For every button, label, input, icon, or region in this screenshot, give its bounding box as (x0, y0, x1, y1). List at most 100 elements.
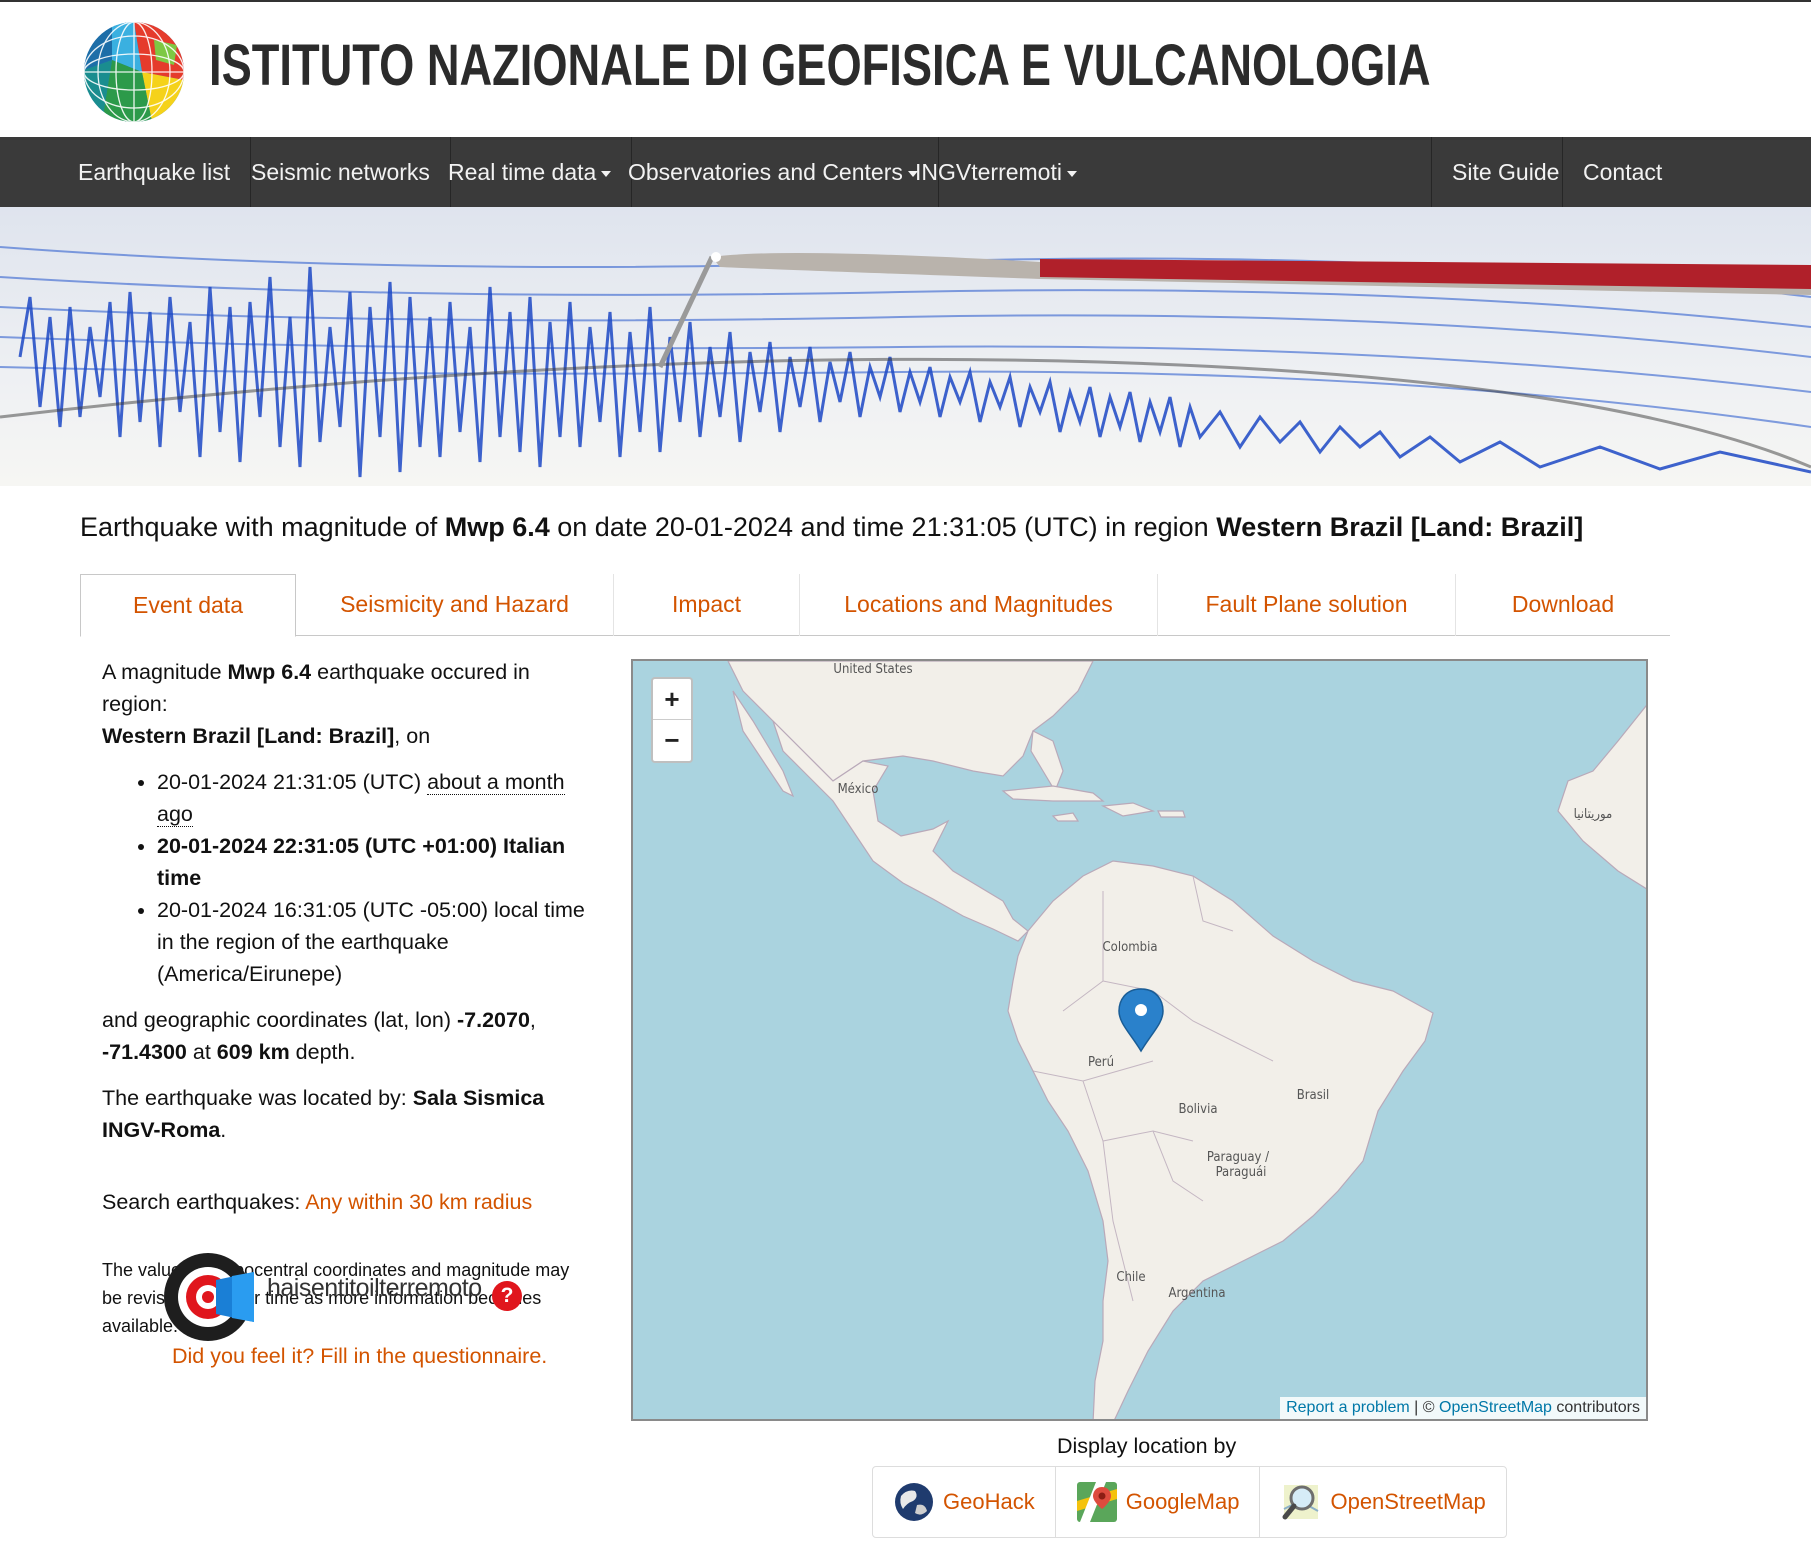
map-label-paraguai: Paraguái (1216, 1165, 1267, 1180)
search-earthquakes: Search earthquakes: Any within 30 km rad… (102, 1186, 592, 1218)
nav-label: Site Guide (1452, 159, 1560, 185)
seismogram-image (0, 207, 1811, 486)
tab-download[interactable]: Download (1456, 574, 1670, 636)
map-label-argentina: Argentina (1168, 1286, 1225, 1301)
nav-label: Contact (1583, 159, 1663, 185)
longitude: -71.4300 (102, 1040, 187, 1064)
main-navbar: Earthquake list Seismic networks Real ti… (0, 137, 1811, 207)
openstreetmap-button[interactable]: OpenStreetMap (1260, 1467, 1505, 1537)
headline-text: in region (1097, 512, 1217, 542)
map-label-us: United States (833, 662, 912, 677)
googlemap-icon (1076, 1482, 1117, 1522)
googlemap-button[interactable]: GoogleMap (1056, 1467, 1261, 1537)
map-label-peru: Perú (1088, 1055, 1114, 1070)
tab-event-data[interactable]: Event data (80, 574, 296, 637)
event-magnitude: Mwp 6.4 (227, 660, 312, 684)
zoom-out-button[interactable]: − (653, 720, 691, 761)
tab-seismicity-hazard[interactable]: Seismicity and Hazard (296, 574, 614, 636)
event-map[interactable]: United States México Colombia Perú Boliv… (631, 659, 1648, 1421)
event-headline: Earthquake with magnitude of Mwp 6.4 on … (80, 512, 1583, 543)
headline-text: on date (549, 512, 655, 542)
magnifier-icon (1282, 1485, 1319, 1520)
nav-label: Real time data (448, 159, 597, 185)
latitude: -7.2070 (456, 1008, 530, 1032)
display-location-buttons: GeoHack GoogleMap OpenStreetMap (872, 1466, 1507, 1538)
map-label-mexico: México (838, 782, 879, 797)
hsit-logo-text: haisentitoilterremoto (267, 1274, 482, 1302)
nav-earthquake-list[interactable]: Earthquake list (58, 137, 252, 207)
list-item: 20-01-2024 16:31:05 (UTC -05:00) local t… (157, 894, 592, 990)
nav-observatories[interactable]: Observatories and Centers (608, 137, 939, 207)
time-utc: 20-01-2024 21:31:05 (UTC) (157, 770, 422, 794)
headline-region: Western Brazil [Land: Brazil] (1216, 512, 1584, 542)
map-label-bolivia: Bolivia (1178, 1102, 1217, 1117)
caret-down-icon (1066, 170, 1077, 177)
map-label-paraguay: Paraguay / (1207, 1150, 1269, 1165)
text: , on (394, 724, 431, 748)
event-intro: A magnitude Mwp 6.4 earthquake occured i… (102, 656, 592, 752)
display-location-title: Display location by (1057, 1434, 1237, 1458)
headline-time: 21:31:05 (UTC) (911, 512, 1098, 542)
map-label-colombia: Colombia (1103, 940, 1158, 955)
nav-site-guide[interactable]: Site Guide (1431, 137, 1579, 207)
ingv-logo-icon[interactable] (82, 20, 186, 124)
questionnaire-link[interactable]: Did you feel it? Fill in the questionnai… (172, 1344, 547, 1369)
tab-label: Download (1511, 591, 1615, 617)
nav-contact[interactable]: Contact (1562, 137, 1682, 207)
text: depth. (289, 1040, 356, 1064)
hsit-logo[interactable]: haisentitoilterremoto ? (162, 1250, 532, 1344)
headline-magnitude: Mwp 6.4 (444, 512, 550, 542)
time-italian: 20-01-2024 22:31:05 (UTC +01:00) Italian… (157, 834, 566, 890)
text: A magnitude (102, 660, 228, 684)
tab-fault-plane[interactable]: Fault Plane solution (1158, 574, 1456, 636)
nav-label: Seismic networks (251, 159, 430, 185)
nav-ingvterremoti[interactable]: INGVterremoti (895, 137, 1097, 207)
event-tabs: Event data Seismicity and Hazard Impact … (80, 574, 1670, 637)
tab-label: Fault Plane solution (1205, 591, 1408, 617)
seismogram-banner (0, 207, 1811, 486)
globe-icon (895, 1483, 933, 1521)
googlemap-label: GoogleMap (1125, 1489, 1240, 1514)
geohack-button[interactable]: GeoHack (873, 1467, 1056, 1537)
text: at (186, 1040, 217, 1064)
tab-impact[interactable]: Impact (614, 574, 800, 636)
nav-real-time-data[interactable]: Real time data (428, 137, 633, 207)
headline-text: and time (792, 512, 912, 542)
nav-label: Earthquake list (78, 159, 231, 185)
map-zoom-control: + − (651, 677, 693, 763)
report-problem-link[interactable]: Report a problem (1286, 1399, 1410, 1416)
map-label-mauritania: موريتانيا (1574, 807, 1613, 822)
text: . (220, 1118, 227, 1142)
depth: 609 km (216, 1040, 290, 1064)
event-coordinates: and geographic coordinates (lat, lon) -7… (102, 1004, 592, 1068)
nav-label: INGVterremoti (915, 159, 1062, 185)
hsit-target-icon (164, 1253, 254, 1341)
geohack-label: GeoHack (943, 1489, 1035, 1514)
map-attribution: Report a problem | © OpenStreetMap contr… (1280, 1397, 1646, 1419)
map-tiles: United States México Colombia Perú Boliv… (633, 661, 1646, 1419)
text: The earthquake was located by: (102, 1086, 413, 1110)
text: , (529, 1008, 536, 1032)
text: | © (1409, 1399, 1439, 1416)
search-radius-link[interactable]: Any within 30 km radius (305, 1190, 532, 1214)
nav-seismic-networks[interactable]: Seismic networks (231, 137, 451, 207)
text: contributors (1551, 1399, 1640, 1416)
site-title[interactable]: ISTITUTO NAZIONALE DI GEOFISICA E VULCAN… (209, 32, 1431, 99)
headline-text: Earthquake with magnitude of (80, 512, 445, 542)
tab-locations-magnitudes[interactable]: Locations and Magnitudes (800, 574, 1158, 636)
headline-date: 20-01-2024 (654, 512, 793, 542)
zoom-in-button[interactable]: + (653, 679, 691, 720)
time-local: 20-01-2024 16:31:05 (UTC -05:00) local t… (157, 898, 585, 986)
tab-label: Locations and Magnitudes (844, 591, 1113, 617)
map-label-chile: Chile (1116, 1270, 1145, 1285)
site-header: ISTITUTO NAZIONALE DI GEOFISICA E VULCAN… (0, 2, 1811, 137)
map-label-brasil: Brasil (1297, 1088, 1330, 1103)
question-icon: ? (492, 1281, 522, 1311)
event-region: Western Brazil [Land: Brazil] (102, 724, 395, 748)
event-times-list: 20-01-2024 21:31:05 (UTC) about a month … (157, 766, 592, 990)
osm-link[interactable]: OpenStreetMap (1439, 1399, 1552, 1416)
tab-label: Impact (671, 591, 742, 617)
nav-label: Observatories and Centers (628, 159, 903, 185)
list-item: 20-01-2024 21:31:05 (UTC) about a month … (157, 766, 592, 830)
tab-label: Seismicity and Hazard (340, 591, 569, 617)
